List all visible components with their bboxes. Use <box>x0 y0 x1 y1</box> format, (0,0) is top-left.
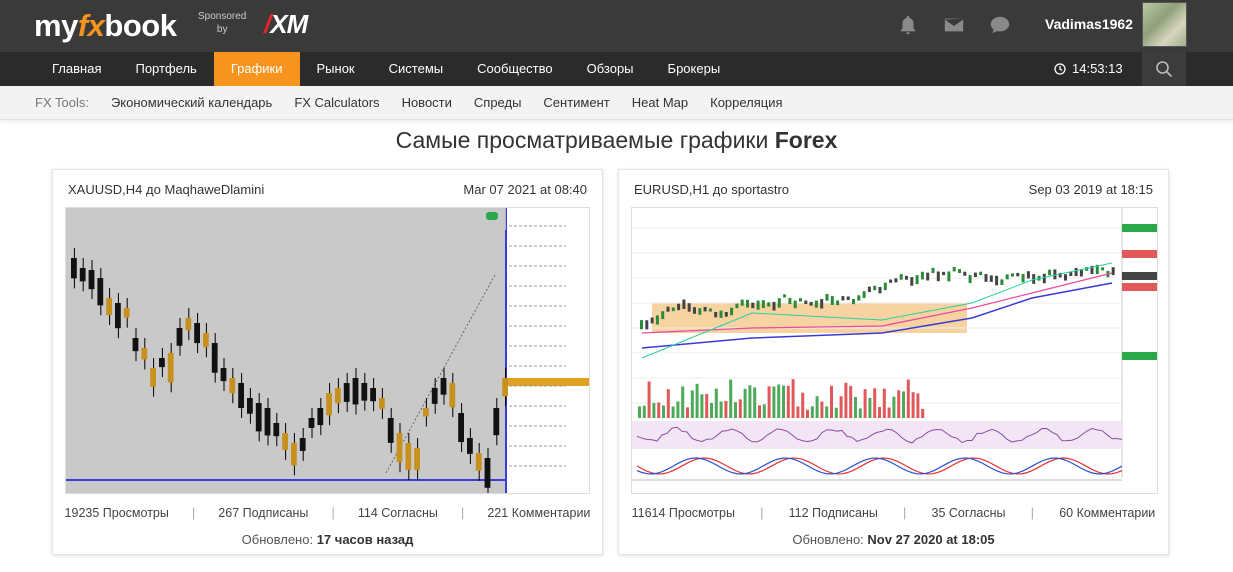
chart-thumbnail[interactable] <box>65 207 590 494</box>
nav-items: Главная Портфель Графики Рынок Системы С… <box>35 52 737 86</box>
xm-sponsor-logo[interactable]: /XM <box>264 9 308 40</box>
nav-item-community[interactable]: Сообщество <box>460 52 570 86</box>
card-author[interactable]: sportastro <box>731 182 789 197</box>
tool-economic-calendar[interactable]: Экономический календарь <box>111 86 272 120</box>
card-date: Mar 07 2021 at 08:40 <box>463 182 587 197</box>
tool-correlation[interactable]: Корреляция <box>710 86 782 120</box>
server-clock: 14:53:13 <box>1054 52 1123 86</box>
agrees-count: 114 Согласны <box>357 506 438 520</box>
card-stats: 19235 Просмотры | 267 Подписаны | 114 Со… <box>53 506 602 520</box>
subscribers-count: 112 Подписаны <box>788 506 878 520</box>
search-icon <box>1156 61 1173 78</box>
page-title-bold: Forex <box>774 127 838 153</box>
main-nav: Главная Портфель Графики Рынок Системы С… <box>0 52 1233 86</box>
agrees-count: 35 Согласны <box>931 506 1006 520</box>
updated-value: 17 часов назад <box>316 532 414 547</box>
stats-divider: | <box>760 506 764 520</box>
chart-thumbnail[interactable] <box>631 207 1158 494</box>
views-count: 11614 Просмотры <box>631 506 735 520</box>
nav-item-charts[interactable]: Графики <box>213 52 300 86</box>
nav-item-home[interactable]: Главная <box>35 52 118 86</box>
subscribers-count: 267 Подписаны <box>218 506 309 520</box>
logo-text-book: book <box>104 8 177 43</box>
card-pair: EURUSD,H1 <box>634 182 710 197</box>
comments-count[interactable]: 60 Комментарии <box>1059 506 1155 520</box>
username[interactable]: Vadimas1962 <box>1045 16 1133 32</box>
tool-news[interactable]: Новости <box>402 86 452 120</box>
avatar[interactable] <box>1142 2 1187 47</box>
clock-icon <box>1054 63 1066 75</box>
stats-divider: | <box>191 506 196 520</box>
eurusd-chart-image <box>632 208 1157 493</box>
tool-fx-calculators[interactable]: FX Calculators <box>294 86 379 120</box>
updated-line: Обновлено: Nov 27 2020 at 18:05 <box>619 532 1168 547</box>
fx-tools-label: FX Tools: <box>35 95 89 110</box>
stats-divider: | <box>461 506 465 520</box>
xauusd-chart-image <box>66 208 589 493</box>
card-author[interactable]: MaqhaweDlamini <box>165 182 265 197</box>
tool-sentiment[interactable]: Сентимент <box>543 86 609 120</box>
nav-item-reviews[interactable]: Обзоры <box>570 52 651 86</box>
updated-label: Обновлено: <box>792 532 864 547</box>
page-title: Самые просматриваемые графики Forex <box>0 127 1233 154</box>
card-by: до <box>712 182 728 197</box>
card-header: XAUUSD,H4 до MaqhaweDlamini Mar 07 2021 … <box>68 182 587 197</box>
header-icons <box>897 14 1011 36</box>
nav-item-systems[interactable]: Системы <box>372 52 460 86</box>
chart-card-xauusd[interactable]: XAUUSD,H4 до MaqhaweDlamini Mar 07 2021 … <box>52 169 603 555</box>
fx-tools-bar: FX Tools: Экономический календарь FX Cal… <box>0 86 1233 120</box>
card-title[interactable]: EURUSD,H1 до sportastro <box>634 182 789 197</box>
nav-item-brokers[interactable]: Брокеры <box>651 52 738 86</box>
logo-text-fx: fx <box>77 8 105 43</box>
views-count: 19235 Просмотры <box>64 506 169 520</box>
tool-heat-map[interactable]: Heat Map <box>632 86 688 120</box>
sponsored-label: Sponsored by <box>198 10 246 36</box>
tool-spreads[interactable]: Спреды <box>474 86 522 120</box>
comments-count[interactable]: 221 Комментарии <box>487 506 590 520</box>
card-header: EURUSD,H1 до sportastro Sep 03 2019 at 1… <box>634 182 1153 197</box>
card-by: до <box>146 182 161 197</box>
card-stats: 11614 Просмотры | 112 Подписаны | 35 Сог… <box>619 506 1168 520</box>
stats-divider: | <box>903 506 907 520</box>
envelope-icon[interactable] <box>943 14 965 36</box>
card-title[interactable]: XAUUSD,H4 до MaqhaweDlamini <box>68 182 264 197</box>
clock-time: 14:53:13 <box>1072 61 1123 76</box>
bell-icon[interactable] <box>897 14 919 36</box>
stats-divider: | <box>1030 506 1034 520</box>
updated-value: Nov 27 2020 at 18:05 <box>867 532 995 547</box>
nav-item-market[interactable]: Рынок <box>300 52 372 86</box>
updated-label: Обновлено: <box>241 532 314 547</box>
sponsored-text: Sponsored <box>198 11 247 22</box>
updated-line: Обновлено: 17 часов назад <box>53 532 602 547</box>
page-title-text: Самые просматриваемые графики <box>395 127 769 153</box>
top-header: myfxbook Sponsored by /XM Vadimas1962 <box>0 0 1233 52</box>
nav-item-portfolio[interactable]: Портфель <box>118 52 213 86</box>
xm-text: XM <box>270 9 308 39</box>
myfxbook-logo[interactable]: myfxbook <box>34 8 177 44</box>
chat-bubble-icon[interactable] <box>989 14 1011 36</box>
stats-divider: | <box>331 506 335 520</box>
card-date: Sep 03 2019 at 18:15 <box>1028 182 1153 197</box>
chart-card-eurusd[interactable]: EURUSD,H1 до sportastro Sep 03 2019 at 1… <box>618 169 1169 555</box>
logo-text-my: my <box>34 8 78 43</box>
search-button[interactable] <box>1142 52 1186 86</box>
sponsored-by-text: by <box>216 24 228 35</box>
card-pair: XAUUSD,H4 <box>68 182 143 197</box>
